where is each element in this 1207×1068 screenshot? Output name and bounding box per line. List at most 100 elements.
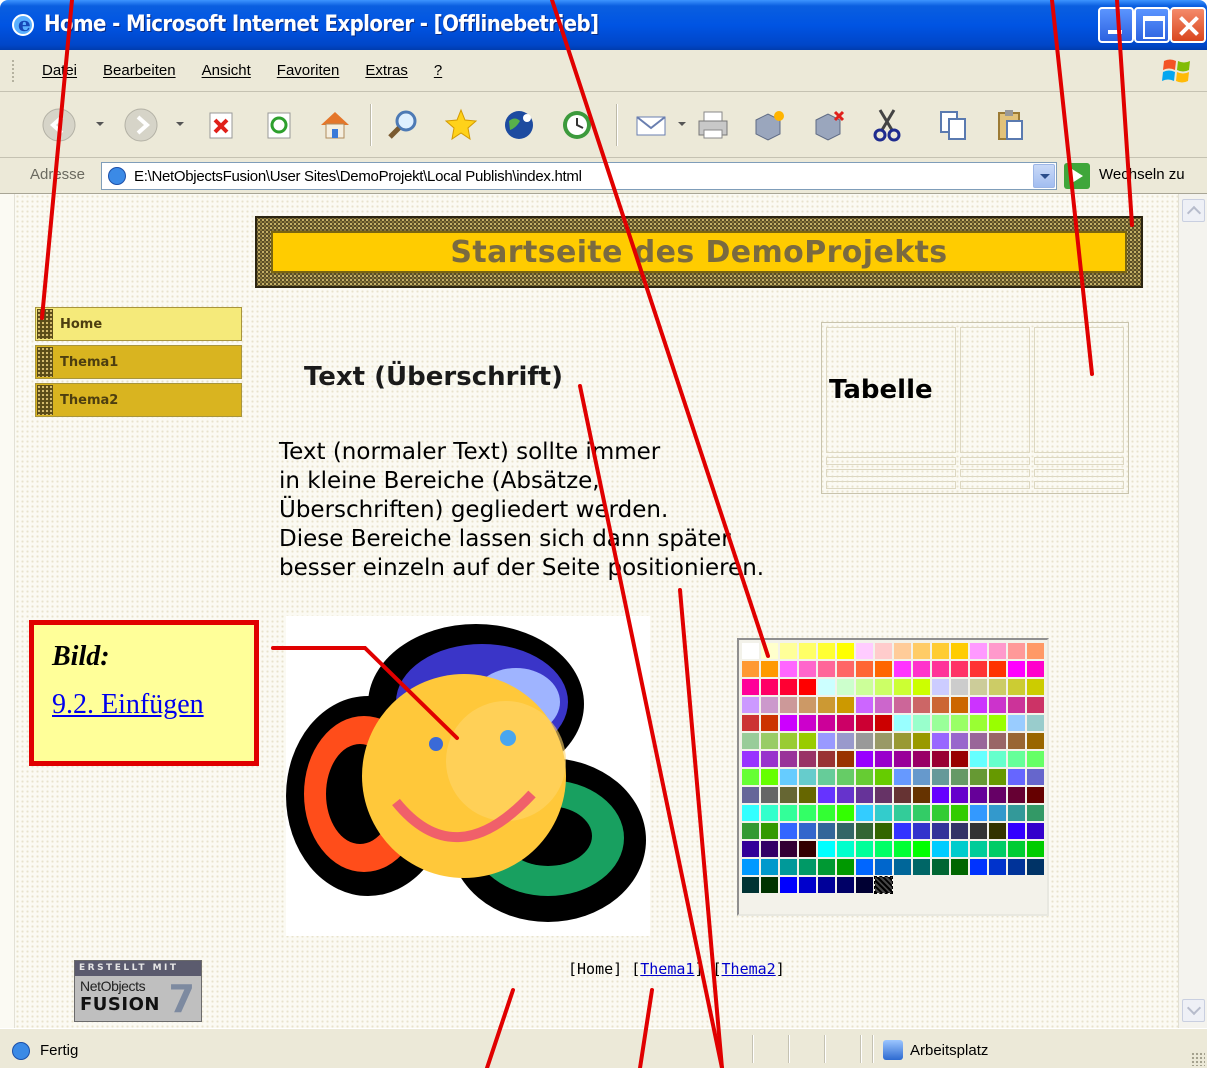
callout-link[interactable]: 9.2. Einfügen (52, 689, 204, 721)
copy-icon[interactable] (934, 106, 972, 144)
palette-swatch[interactable] (875, 805, 892, 821)
palette-swatch[interactable] (837, 877, 854, 893)
nav-thema1-button[interactable]: Thema1 (35, 345, 242, 379)
palette-swatch[interactable] (761, 751, 778, 767)
palette-swatch[interactable] (894, 769, 911, 785)
palette-swatch[interactable] (932, 643, 949, 659)
palette-swatch[interactable] (761, 661, 778, 677)
palette-swatch[interactable] (913, 859, 930, 875)
palette-swatch[interactable] (856, 787, 873, 803)
palette-swatch[interactable] (818, 679, 835, 695)
palette-swatch[interactable] (951, 697, 968, 713)
palette-swatch[interactable] (761, 877, 778, 893)
palette-swatch[interactable] (913, 679, 930, 695)
palette-swatch[interactable] (989, 679, 1006, 695)
palette-swatch[interactable] (799, 823, 816, 839)
palette-swatch[interactable] (951, 859, 968, 875)
history-icon[interactable] (558, 106, 596, 144)
palette-swatch[interactable] (799, 769, 816, 785)
menu-item-datei[interactable]: Datei (42, 62, 77, 79)
palette-swatch[interactable] (761, 733, 778, 749)
palette-swatch[interactable] (970, 679, 987, 695)
menu-item-help[interactable]: ? (434, 62, 442, 79)
palette-swatch[interactable] (894, 643, 911, 659)
palette-swatch[interactable] (970, 661, 987, 677)
print-icon[interactable] (694, 106, 732, 144)
palette-swatch[interactable] (761, 697, 778, 713)
palette-swatch[interactable] (875, 787, 892, 803)
palette-swatch[interactable] (913, 751, 930, 767)
palette-swatch[interactable] (1027, 769, 1044, 785)
scroll-down-button[interactable] (1182, 999, 1205, 1022)
palette-swatch[interactable] (951, 751, 968, 767)
palette-swatch[interactable] (970, 787, 987, 803)
palette-swatch[interactable] (742, 679, 759, 695)
palette-swatch[interactable] (989, 787, 1006, 803)
paste-icon[interactable] (992, 106, 1030, 144)
palette-swatch[interactable] (970, 715, 987, 731)
palette-swatch[interactable] (913, 733, 930, 749)
palette-swatch[interactable] (837, 859, 854, 875)
forward-icon[interactable] (122, 106, 160, 144)
refresh-icon[interactable] (260, 106, 298, 144)
palette-swatch[interactable] (780, 679, 797, 695)
palette-swatch[interactable] (894, 859, 911, 875)
stop-icon[interactable] (202, 106, 240, 144)
palette-swatch[interactable] (894, 823, 911, 839)
palette-swatch[interactable] (894, 841, 911, 857)
footer-link-home[interactable]: Home (577, 960, 613, 978)
palette-swatch[interactable] (894, 661, 911, 677)
palette-swatch[interactable] (951, 679, 968, 695)
add-component-icon[interactable] (750, 106, 788, 144)
palette-swatch[interactable] (932, 823, 949, 839)
nav-thema2-button[interactable]: Thema2 (35, 383, 242, 417)
palette-swatch[interactable] (799, 805, 816, 821)
resize-grip[interactable] (1191, 1052, 1205, 1066)
palette-swatch[interactable] (761, 805, 778, 821)
palette-swatch[interactable] (818, 661, 835, 677)
palette-swatch[interactable] (1008, 733, 1025, 749)
palette-swatch[interactable] (875, 769, 892, 785)
back-icon[interactable] (40, 106, 78, 144)
palette-swatch[interactable] (799, 643, 816, 659)
palette-swatch[interactable] (837, 661, 854, 677)
palette-swatch[interactable] (837, 769, 854, 785)
palette-swatch[interactable] (1027, 823, 1044, 839)
palette-swatch[interactable] (951, 643, 968, 659)
palette-swatch[interactable] (856, 643, 873, 659)
palette-swatch[interactable] (875, 679, 892, 695)
palette-swatch[interactable] (856, 877, 873, 893)
palette-swatch[interactable] (780, 859, 797, 875)
palette-swatch[interactable] (818, 769, 835, 785)
palette-swatch[interactable] (761, 841, 778, 857)
palette-swatch[interactable] (932, 805, 949, 821)
palette-swatch[interactable] (875, 823, 892, 839)
palette-swatch[interactable] (761, 859, 778, 875)
palette-swatch[interactable] (1008, 643, 1025, 659)
palette-swatch[interactable] (989, 697, 1006, 713)
palette-swatch[interactable] (932, 679, 949, 695)
palette-swatch[interactable] (989, 823, 1006, 839)
palette-swatch[interactable] (989, 661, 1006, 677)
palette-swatch[interactable] (1008, 715, 1025, 731)
minimize-button[interactable] (1098, 7, 1134, 43)
palette-swatch[interactable] (742, 733, 759, 749)
vertical-scrollbar[interactable] (1178, 194, 1207, 1028)
address-input[interactable]: E:\NetObjectsFusion\User Sites\DemoProje… (101, 162, 1057, 190)
palette-swatch[interactable] (894, 751, 911, 767)
palette-swatch[interactable] (1008, 661, 1025, 677)
palette-swatch[interactable] (780, 769, 797, 785)
palette-swatch[interactable] (761, 769, 778, 785)
palette-swatch[interactable] (761, 823, 778, 839)
palette-swatch[interactable] (818, 805, 835, 821)
palette-swatch[interactable] (1008, 859, 1025, 875)
palette-swatch[interactable] (970, 697, 987, 713)
netobjects-fusion-badge[interactable]: ERSTELLT MIT NetObjects FUSION 7 (74, 960, 202, 1022)
palette-swatch[interactable] (989, 733, 1006, 749)
palette-swatch[interactable] (970, 769, 987, 785)
palette-swatch[interactable] (1027, 805, 1044, 821)
palette-swatch[interactable] (780, 643, 797, 659)
palette-swatch[interactable] (1008, 679, 1025, 695)
palette-swatch[interactable] (742, 715, 759, 731)
palette-swatch[interactable] (1027, 841, 1044, 857)
